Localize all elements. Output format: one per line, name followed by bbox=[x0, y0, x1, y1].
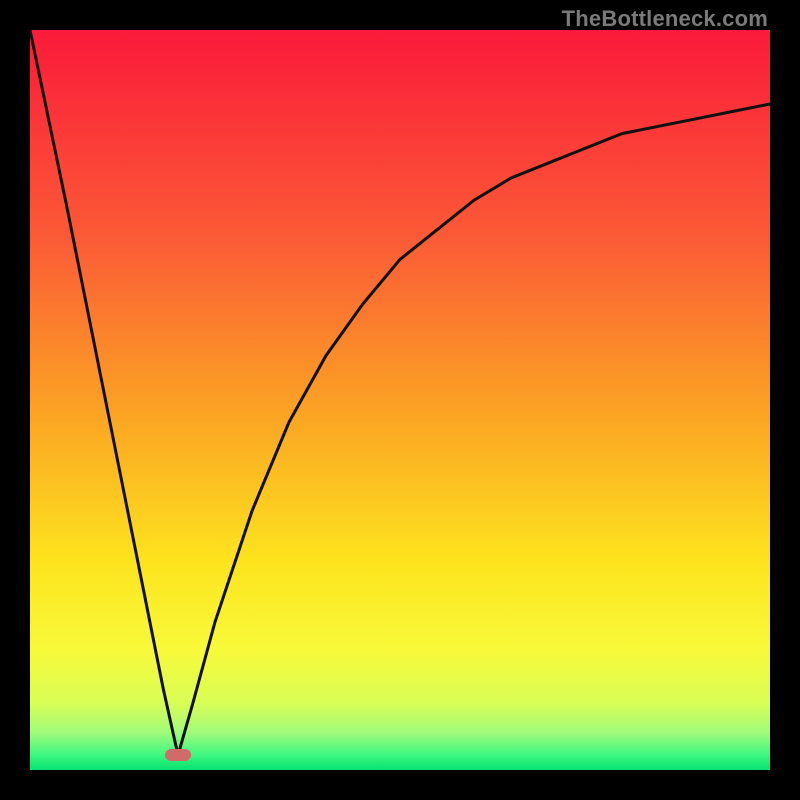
chart-frame: TheBottleneck.com bbox=[0, 0, 800, 800]
bottleneck-curve bbox=[30, 30, 770, 770]
optimum-marker bbox=[165, 749, 191, 761]
plot-area bbox=[30, 30, 770, 770]
watermark-text: TheBottleneck.com bbox=[562, 6, 768, 32]
